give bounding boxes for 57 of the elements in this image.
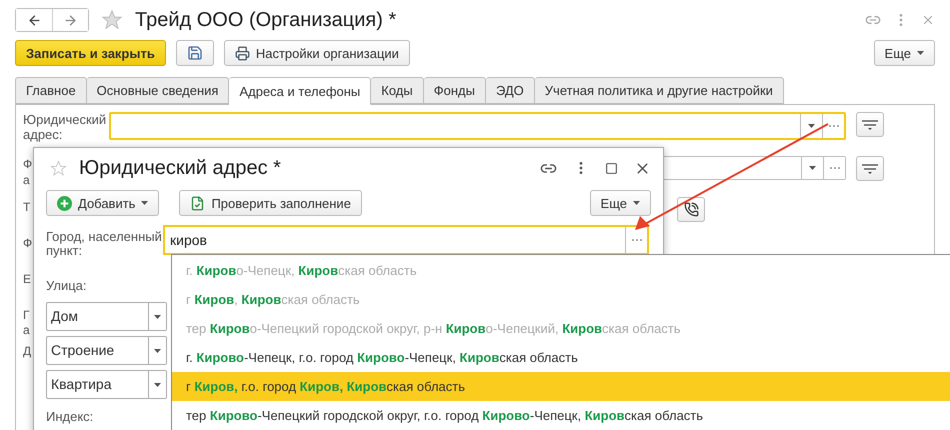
document-check-icon [190,196,206,210]
forward-arrow-icon [63,12,78,28]
filter-button[interactable] [856,112,884,137]
caret-icon [809,166,816,170]
filter-icon [862,120,878,130]
field-label: Е [23,272,32,287]
caret-icon [154,314,161,318]
tab[interactable]: Коды [371,77,424,104]
field-label: Ф а [23,157,32,187]
more-button[interactable]: Еще [874,40,935,66]
filter-icon [862,164,878,174]
caret-icon [154,382,161,386]
address-field[interactable] [109,112,846,140]
caret-icon [917,51,924,55]
star-icon[interactable] [50,160,67,176]
window-title: Трейд ООО (Организация) * [135,8,396,32]
field-label: Индекс: [46,409,94,424]
type-select[interactable]: Строение [46,336,167,365]
caret-icon [154,348,161,352]
caret-icon [808,124,815,128]
field-label: Г а [23,308,30,338]
suggestion-item[interactable]: тер Кирово-Чепецкий городской округ, р-н Кирово-Чепецкий, Кировская область [172,314,950,343]
tab[interactable]: Главное [15,77,87,104]
suggestion-item[interactable]: г. Кирово-Чепецк, г.о. город Кирово-Чепецк, Кировская область [172,343,950,372]
call-button[interactable] [677,197,705,222]
field-label: Т [23,200,30,215]
save-and-close-button[interactable]: Записать и закрыть [15,40,166,66]
tab[interactable]: Адреса и телефоны [229,77,372,105]
field-label: Д [23,344,32,359]
field-label: Улица: [46,278,88,293]
check-button[interactable]: Проверить заполнение [179,190,362,216]
type-select[interactable]: Дом [46,302,167,331]
caret-icon [141,201,148,205]
maximize-icon[interactable] [605,162,618,174]
organization-settings-button[interactable]: Настройки организации [224,40,410,66]
suggestion-item[interactable]: г Киров, Кировская область [172,285,950,314]
printer-icon [234,46,250,60]
suggestion-item[interactable]: г. Кирово-Чепецк, Кировская область [172,256,950,285]
more-button[interactable]: Еще [590,190,651,216]
field-label: Город, населенный пункт: [46,228,163,258]
field-label: Ф [23,236,32,251]
suggestion-item[interactable]: г Киров, г.о. город Киров, Кировская область [172,372,950,401]
tab[interactable]: Фонды [424,77,486,104]
filter-button[interactable] [856,156,884,181]
tab[interactable]: ЭДО [486,77,535,104]
field-label: Юридический адрес: [23,112,108,142]
dialog-title: Юридический адрес * [79,156,281,180]
caret-icon [633,201,640,205]
phone-icon [684,202,698,217]
suggestion-item[interactable]: тер Кирово-Чепецкий городской округ, г.о. город Кирово-Чепецк, Кировская область [172,401,950,430]
add-button[interactable]: Добавить [46,190,160,216]
type-select[interactable]: Квартира [46,370,167,399]
save-button[interactable] [176,40,214,66]
plus-icon [57,196,72,210]
star-icon[interactable] [101,9,123,31]
tab[interactable]: Учетная политика и другие настройки [534,77,784,104]
tab[interactable]: Основные сведения [86,77,230,104]
